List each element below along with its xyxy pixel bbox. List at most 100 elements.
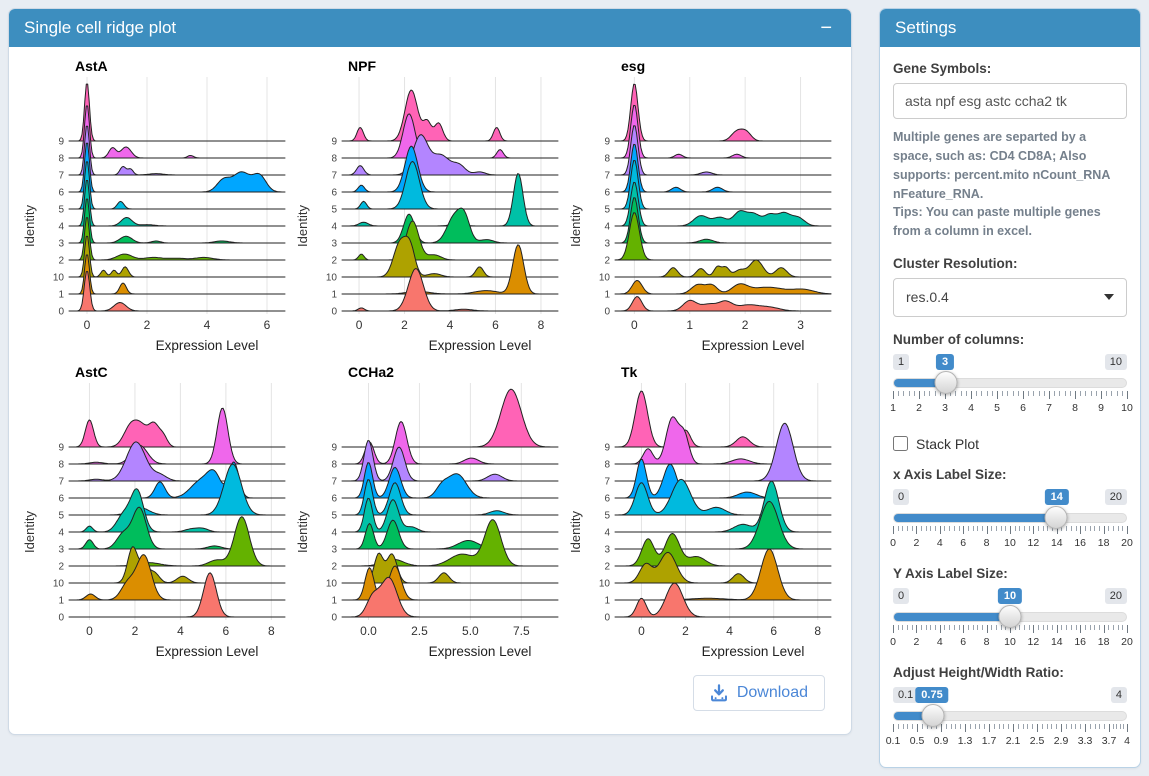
ridge-chart-svg: NPFIdentity98765432101002468Expression L…: [294, 57, 566, 359]
ratio-field: Adjust Height/Width Ratio: 0.140.750.10.…: [893, 665, 1127, 749]
y-tick-label: 2: [604, 256, 610, 267]
ratio-slider[interactable]: 0.140.750.10.50.91.31.72.12.52.93.33.74: [893, 687, 1127, 749]
cluster-resolution-label: Cluster Resolution:: [893, 256, 1127, 271]
ridge-astc-identity-2: [69, 517, 285, 566]
y-tick-label: 7: [604, 477, 610, 488]
slider-handle[interactable]: [1045, 506, 1068, 529]
cluster-resolution-value: res.0.4: [906, 289, 949, 305]
x-tick-label: 4: [447, 318, 454, 332]
y-tick-label: 2: [331, 256, 337, 267]
ridge-ccha2-identity-10: [342, 553, 558, 583]
y-tick-label: 3: [604, 239, 610, 250]
y-tick-label: 4: [331, 528, 337, 539]
x-tick-label: 8: [268, 624, 275, 638]
ridge-asta-identity-9: [69, 84, 285, 141]
y-tick-label: 4: [58, 222, 64, 233]
y-tick-label: 7: [604, 171, 610, 182]
y-tick-label: 5: [331, 511, 337, 522]
slider-handle[interactable]: [934, 371, 957, 394]
slider-track[interactable]: [893, 378, 1127, 388]
stack-plot-checkbox[interactable]: [893, 436, 908, 451]
download-icon: [710, 684, 728, 702]
x-tick-label: 7.5: [513, 624, 530, 638]
slider-max-label: 20: [1105, 489, 1127, 505]
ridge-esg-identity-7: [615, 126, 831, 175]
y-tick-label: 8: [331, 460, 337, 471]
gene-symbols-field: Gene Symbols: Multiple genes are separte…: [893, 61, 1127, 241]
ridge-panel-body: AstAIdentity9876543210100246Expression L…: [9, 47, 851, 723]
ridge-chart-svg: AstCIdentity98765432101002468Expression …: [21, 363, 293, 665]
y-tick-label: 9: [58, 137, 64, 148]
y-tick-label: 1: [58, 290, 64, 301]
y-tick-label: 5: [331, 205, 337, 216]
download-button[interactable]: Download: [693, 675, 825, 711]
y-tick-label: 9: [604, 137, 610, 148]
ridge-esg-identity-1: [615, 281, 831, 295]
y-axis-title: Identity: [22, 205, 37, 247]
y-tick-label: 0: [331, 307, 337, 318]
slider-track[interactable]: [893, 513, 1127, 523]
slider-handle[interactable]: [921, 704, 944, 727]
ridge-plot-ccha2: CCHa2Identity9876543210100.02.55.07.5Exp…: [294, 363, 566, 665]
ridge-plot-esg: esgIdentity9876543210100123Expression Le…: [567, 57, 839, 359]
y-tick-label: 5: [604, 205, 610, 216]
x-axis-size-field: x Axis Label Size: 020140246810121416182…: [893, 467, 1127, 551]
download-row: Download: [21, 665, 839, 711]
y-tick-label: 1: [58, 596, 64, 607]
x-tick-label: 4: [177, 624, 184, 638]
collapse-button[interactable]: −: [816, 21, 836, 35]
slider-grid: 0.10.50.91.31.72.12.52.93.33.74: [893, 724, 1127, 748]
settings-body: Gene Symbols: Multiple genes are separte…: [880, 47, 1140, 767]
ridge-tk-identity-2: [615, 534, 831, 567]
slider-track[interactable]: [893, 612, 1127, 622]
ridge-esg-identity-10: [615, 260, 831, 277]
ridge-astc-identity-5: [69, 464, 285, 515]
ridge-asta-identity-7: [69, 127, 285, 176]
settings-header: Settings: [880, 9, 1140, 47]
x-axis-title: Expression Level: [156, 338, 259, 353]
y-tick-label: 0: [331, 613, 337, 624]
slider-track[interactable]: [893, 711, 1127, 721]
stack-plot-field: Stack Plot: [893, 436, 1127, 452]
stack-plot-label: Stack Plot: [916, 436, 979, 452]
y-tick-label: 8: [604, 154, 610, 165]
slider-fill: [894, 514, 1056, 522]
cluster-resolution-select[interactable]: res.0.4: [893, 278, 1127, 317]
ridge-astc-identity-9: [69, 420, 285, 447]
y-axis-size-label: Y Axis Label Size:: [893, 566, 1127, 581]
y-tick-label: 0: [604, 613, 610, 624]
ridge-plot-panel: Single cell ridge plot − AstAIdentity987…: [8, 8, 852, 735]
gene-symbols-input[interactable]: [893, 83, 1127, 119]
x-tick-label: 5.0: [462, 624, 479, 638]
settings-panel: Settings Gene Symbols: Multiple genes ar…: [879, 8, 1141, 768]
y-tick-label: 5: [604, 511, 610, 522]
ridge-esg-identity-6: [615, 145, 831, 193]
y-tick-label: 6: [604, 188, 610, 199]
columns-slider[interactable]: 110312345678910: [893, 354, 1127, 416]
y-axis-size-slider[interactable]: 0201002468101214161820: [893, 588, 1127, 650]
x-axis-title: Expression Level: [429, 644, 532, 659]
x-tick-label: 8: [814, 624, 821, 638]
ridge-esg-identity-0: [615, 297, 831, 311]
x-tick-label: 6: [223, 624, 230, 638]
x-axis-size-slider[interactable]: 0201402468101214161820: [893, 489, 1127, 551]
y-tick-label: 0: [58, 613, 64, 624]
slider-min-label: 0: [893, 489, 909, 505]
y-tick-label: 1: [604, 290, 610, 301]
ridge-tk-identity-9: [615, 391, 831, 447]
y-tick-label: 4: [604, 528, 610, 539]
ridge-asta-identity-8: [69, 106, 285, 158]
slider-handle[interactable]: [999, 605, 1022, 628]
y-tick-label: 6: [604, 494, 610, 505]
y-tick-label: 3: [331, 239, 337, 250]
y-tick-label: 10: [53, 579, 65, 590]
ridge-plot-astc: AstCIdentity98765432101002468Expression …: [21, 363, 293, 665]
slider-max-label: 10: [1105, 354, 1127, 370]
slider-min-label: 1: [893, 354, 909, 370]
y-tick-label: 10: [53, 273, 65, 284]
page: Single cell ridge plot − AstAIdentity987…: [0, 0, 1149, 776]
x-tick-label: 2: [742, 318, 749, 332]
y-tick-label: 10: [599, 579, 611, 590]
ridge-astc-identity-8: [69, 409, 285, 465]
x-tick-label: 6: [492, 318, 499, 332]
